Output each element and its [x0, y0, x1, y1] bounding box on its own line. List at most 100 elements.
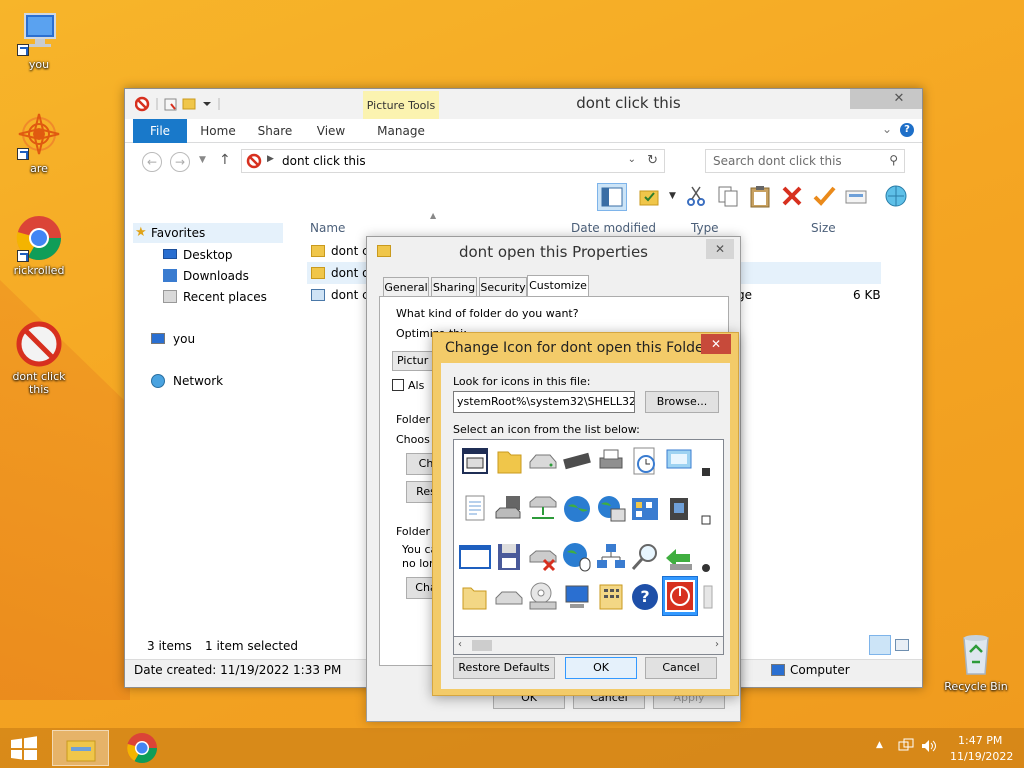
drive-icon[interactable]: [526, 444, 560, 478]
apply-subfolders-checkbox[interactable]: [392, 379, 404, 391]
back-button[interactable]: ←: [142, 152, 162, 172]
desktop-icon-you[interactable]: you: [1, 8, 77, 71]
details-view-icon[interactable]: [869, 635, 891, 655]
magnifier-icon[interactable]: [628, 540, 662, 574]
nav-desktop[interactable]: Desktop: [133, 245, 233, 265]
forward-button[interactable]: →: [170, 152, 190, 172]
drive-error-icon[interactable]: [526, 540, 560, 574]
globe-button[interactable]: [883, 183, 909, 209]
question-help-icon[interactable]: ?: [628, 580, 662, 614]
help-icon[interactable]: ?: [900, 123, 914, 137]
column-size[interactable]: Size: [811, 221, 836, 235]
document-icon[interactable]: [458, 492, 492, 526]
computer-icon[interactable]: [560, 580, 594, 614]
maximize-button[interactable]: [850, 89, 876, 109]
close-button[interactable]: ✕: [876, 89, 922, 109]
preview-pane-button[interactable]: [597, 183, 627, 211]
up-arrow-icon[interactable]: ↑: [219, 152, 231, 168]
desktop-icon-rickrolled[interactable]: rickrolled: [1, 214, 77, 277]
scroll-left-icon[interactable]: ‹: [458, 639, 462, 650]
refresh-icon[interactable]: ↻: [647, 153, 658, 168]
partial-shortcut-icon[interactable]: [696, 492, 716, 526]
folder-icon[interactable]: [492, 444, 526, 478]
globe-icon[interactable]: [560, 492, 594, 526]
ok-button[interactable]: OK: [565, 657, 637, 679]
new-folder-button[interactable]: [637, 183, 663, 209]
calculator-icon[interactable]: [594, 580, 628, 614]
nav-downloads[interactable]: Downloads: [133, 266, 249, 286]
column-type[interactable]: Type: [691, 221, 719, 235]
network-computers-icon[interactable]: [594, 540, 628, 574]
nav-network[interactable]: Network: [133, 371, 223, 391]
desktop-icon-are[interactable]: are: [1, 112, 77, 175]
nav-you[interactable]: you: [133, 329, 195, 349]
clock-time[interactable]: 1:47 PM: [958, 734, 1002, 747]
taskbar-chrome[interactable]: [126, 732, 158, 767]
control-panel-icon[interactable]: [628, 492, 662, 526]
cut-button[interactable]: [683, 183, 709, 209]
cancel-button[interactable]: Cancel: [645, 657, 717, 679]
network-drive-icon[interactable]: [492, 492, 526, 526]
large-icons-view-icon[interactable]: [895, 639, 909, 651]
tab-general[interactable]: General: [383, 277, 429, 297]
open-folder-icon[interactable]: [458, 580, 492, 614]
desktop-icon-dont-click-this[interactable]: dont click this: [1, 320, 77, 396]
scroll-right-icon[interactable]: ›: [715, 639, 719, 650]
icon-list[interactable]: ?: [453, 439, 724, 637]
blank-window-icon[interactable]: [458, 540, 492, 574]
address-bar[interactable]: ▶ dont click this ⌄ ↻: [241, 149, 665, 173]
browse-button[interactable]: Browse...: [645, 391, 719, 413]
tab-security[interactable]: Security: [479, 277, 527, 297]
partial-icon[interactable]: [696, 444, 716, 478]
show-hidden-icons[interactable]: ▲: [876, 740, 883, 750]
tab-view[interactable]: View: [311, 119, 351, 143]
taskbar-file-explorer[interactable]: [52, 730, 109, 766]
power-icon[interactable]: [662, 576, 698, 616]
explorer-titlebar[interactable]: Picture Tools dont click this ✕: [125, 89, 922, 119]
tab-home[interactable]: Home: [195, 119, 241, 143]
ribbon-expand-icon[interactable]: ⌄: [882, 122, 892, 136]
close-button[interactable]: ✕: [706, 239, 734, 259]
tab-customize[interactable]: Customize: [527, 275, 589, 297]
volume-icon[interactable]: [920, 738, 938, 757]
search-input[interactable]: Search dont click this ⚲: [705, 149, 905, 173]
recent-dropdown-icon[interactable]: ▼: [199, 155, 206, 165]
tab-manage[interactable]: Manage: [371, 119, 431, 143]
scroll-thumb[interactable]: [472, 640, 492, 651]
properties-button[interactable]: [843, 183, 869, 209]
close-button[interactable]: ✕: [701, 334, 731, 354]
tab-file[interactable]: File: [133, 119, 187, 143]
nav-recent-places[interactable]: Recent places: [133, 287, 267, 307]
horizontal-scrollbar[interactable]: ‹ ›: [453, 637, 724, 655]
rename-button[interactable]: [811, 183, 837, 209]
desktop-icon-recycle-bin[interactable]: Recycle Bin: [938, 630, 1014, 693]
network-share-icon[interactable]: [526, 492, 560, 526]
breadcrumb[interactable]: dont click this: [282, 154, 366, 168]
removable-drive-icon[interactable]: [492, 580, 526, 614]
column-date-modified[interactable]: Date modified: [571, 221, 656, 235]
network-tray-icon[interactable]: [898, 738, 914, 757]
address-dropdown-icon[interactable]: ⌄: [628, 154, 636, 165]
clock-date[interactable]: 11/19/2022: [950, 750, 1013, 763]
dropdown-icon[interactable]: ▼: [669, 191, 676, 201]
restore-defaults-button[interactable]: Restore Defaults: [453, 657, 555, 679]
clock-icon[interactable]: [628, 444, 662, 478]
cd-drive-icon[interactable]: [526, 580, 560, 614]
nav-favorites[interactable]: ★ Favorites: [133, 223, 283, 243]
drive-lock-icon[interactable]: [662, 492, 696, 526]
globe-mouse-icon[interactable]: [560, 540, 594, 574]
printer-icon[interactable]: [594, 444, 628, 478]
tab-sharing[interactable]: Sharing: [431, 277, 477, 297]
delete-button[interactable]: [779, 183, 805, 209]
memory-chip-icon[interactable]: [560, 444, 594, 478]
column-name[interactable]: Name: [310, 221, 345, 235]
monitor-icon[interactable]: [662, 444, 696, 478]
network-globe-icon[interactable]: [594, 492, 628, 526]
green-arrow-icon[interactable]: [662, 540, 696, 574]
paste-button[interactable]: [747, 183, 773, 209]
copy-button[interactable]: [715, 183, 741, 209]
partial-icon[interactable]: [696, 540, 716, 574]
window-app-icon[interactable]: [458, 444, 492, 478]
partial-icon[interactable]: [700, 580, 720, 614]
breadcrumb-chevron-icon[interactable]: ▶: [267, 154, 274, 164]
